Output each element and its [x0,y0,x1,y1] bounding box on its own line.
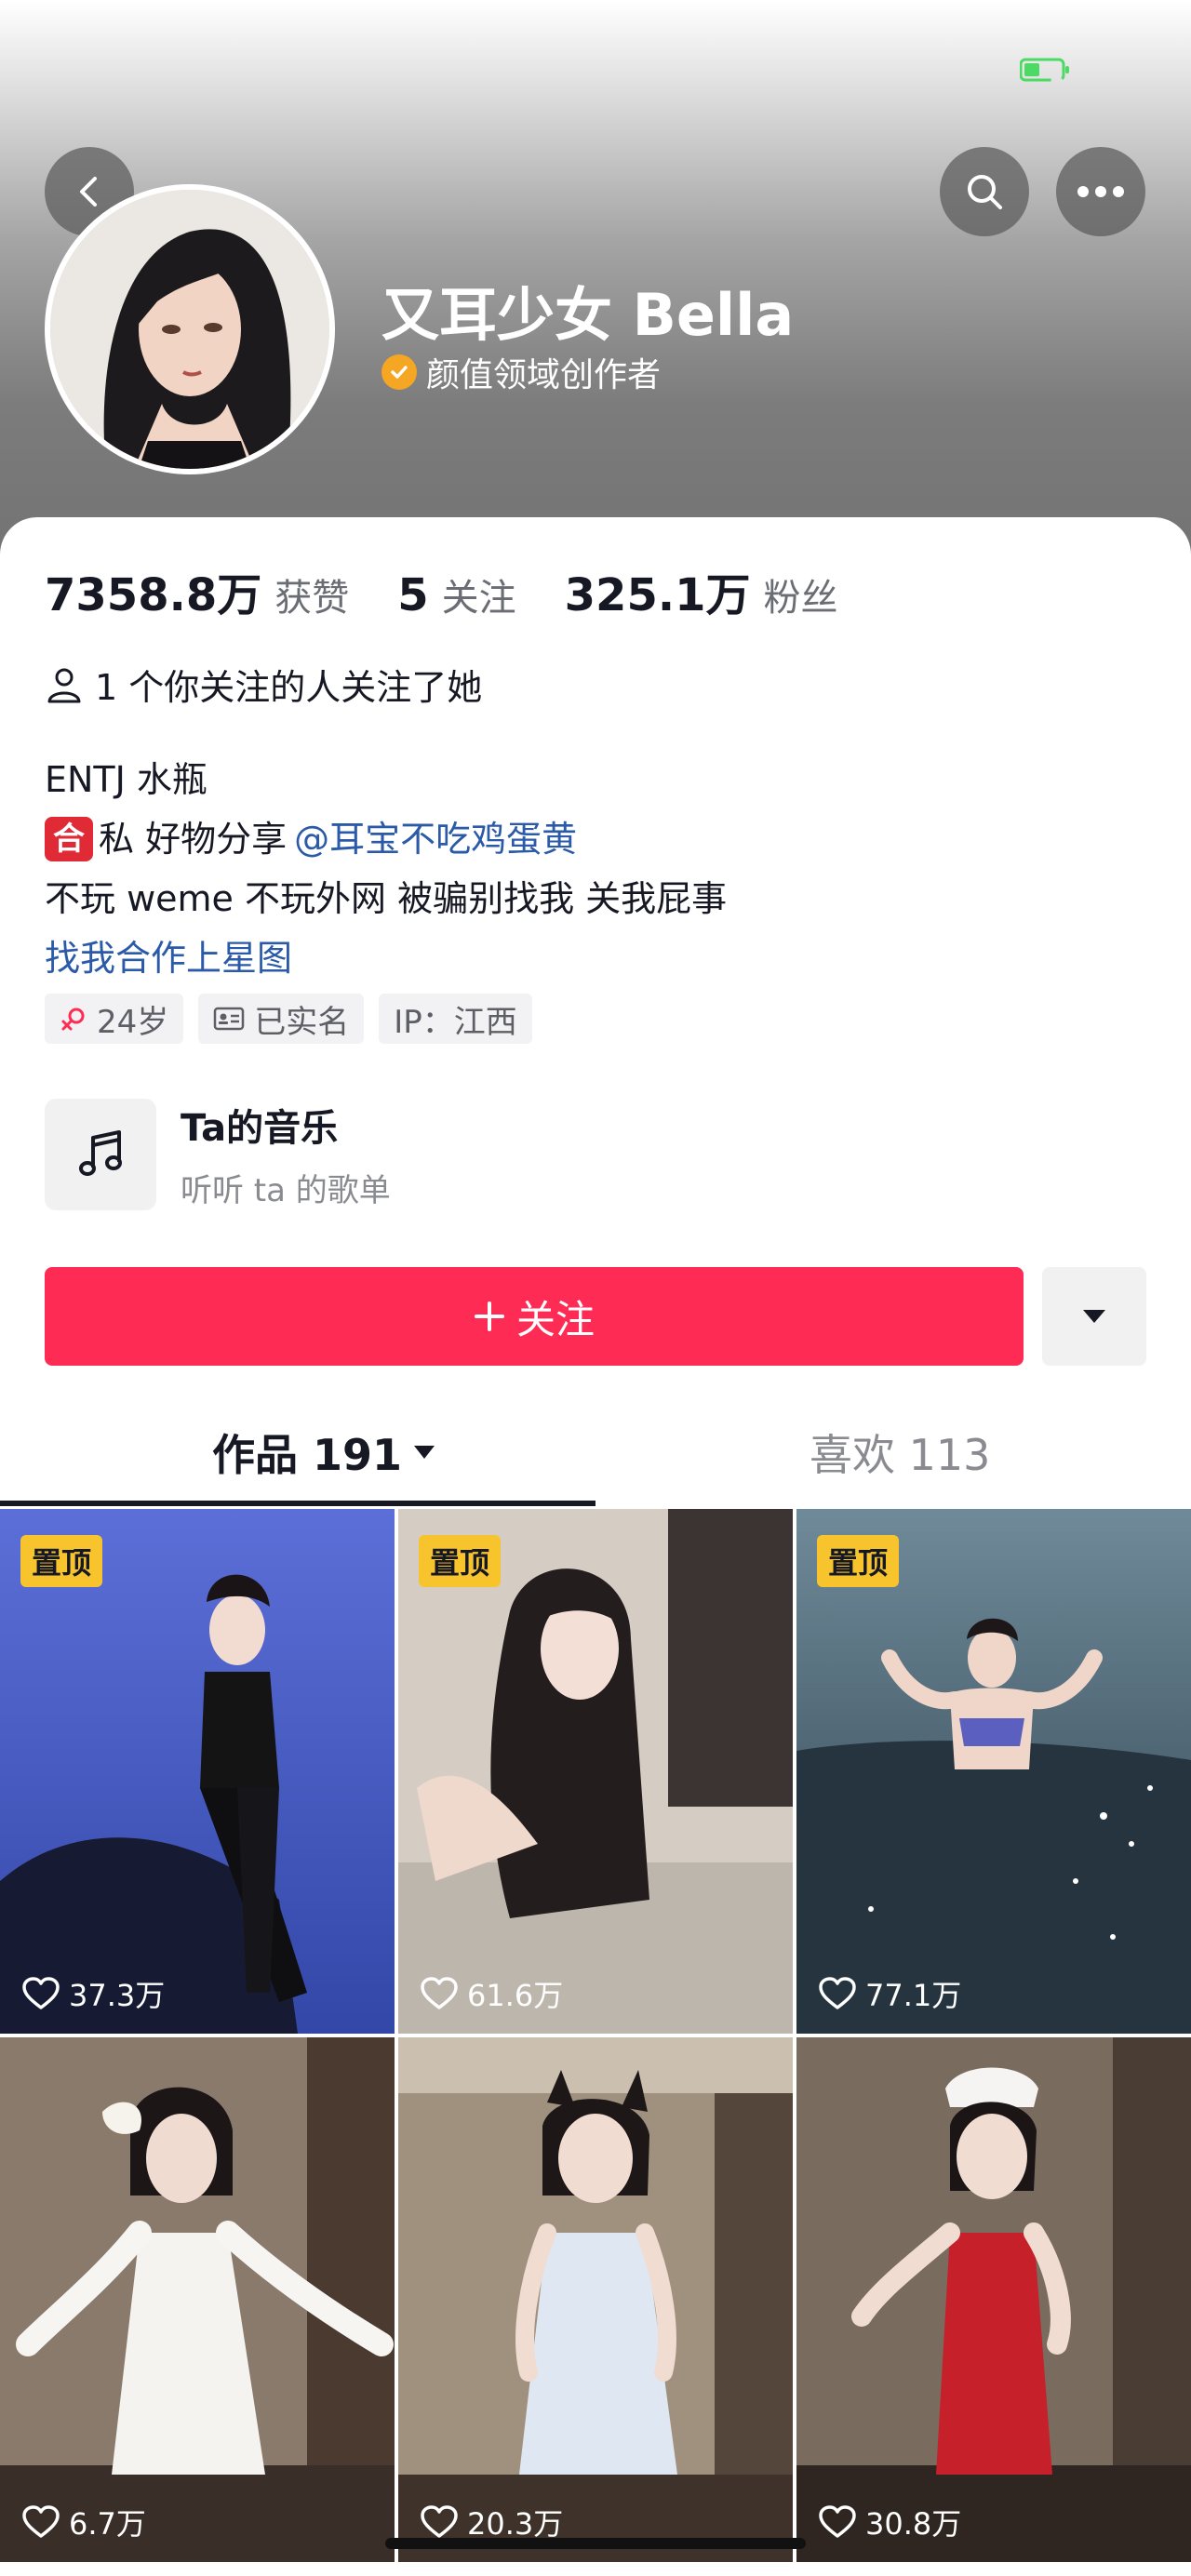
video-thumbnail-image [398,1509,793,2034]
video-thumbnail-image [796,2037,1191,2562]
mutual-followers-text: 1 个你关注的人关注了她 [95,667,483,708]
pinned-badge: 置顶 [20,1535,103,1587]
video-thumbnail[interactable]: 20.3万 [398,2037,793,2562]
realname-tag: 已实名 [198,994,365,1044]
video-likes-count: 61.6万 [467,1978,564,2013]
video-likes: 30.8万 [819,2501,961,2543]
music-icon-box [45,1098,156,1210]
likes-label[interactable]: 获赞 [274,567,349,621]
tab-works[interactable]: 作品 191 [212,1421,435,1483]
video-thumbnail[interactable]: 置顶 61.6万 [398,1509,793,2034]
he-badge-icon: 合 [45,817,93,861]
profile-tags: 24岁 已实名 IP：江西 [45,994,532,1044]
caret-down-icon [414,1446,435,1459]
avatar-illustration [50,190,329,469]
heart-icon [421,1977,458,2009]
heart-icon [22,1977,60,2009]
ip-text: IP：江西 [394,1003,517,1041]
more-dots-icon [1077,186,1124,197]
female-icon [61,1008,85,1031]
search-button[interactable] [940,147,1029,236]
person-icon [47,668,81,702]
tab-likes[interactable]: 喜欢 113 [810,1421,990,1483]
video-likes: 77.1万 [819,1972,961,2015]
follow-button[interactable]: 关注 [45,1267,1024,1366]
id-card-icon [214,1007,245,1031]
heart-icon [22,2505,60,2538]
bio-line-1: ENTJ 水瓶 [45,759,207,800]
home-indicator[interactable] [385,2538,806,2549]
video-thumbnail[interactable]: 30.8万 [796,2037,1191,2562]
video-thumbnail-image [0,1509,395,2034]
bio: ENTJ 水瓶 合 私 好物分享 @耳宝不吃鸡蛋黄 不玩 weme 不玩外网 被… [45,750,727,988]
heart-icon [819,1977,856,2009]
age-tag: 24岁 [45,994,184,1044]
following-label[interactable]: 关注 [442,567,516,621]
tab-likes-label: 喜欢 113 [810,1430,991,1480]
verification-row: 颜值领域创作者 [381,348,661,396]
realname-text: 已实名 [254,1003,350,1041]
followers-count[interactable]: 325.1万 [565,558,751,623]
profile-stats: 7358.8万 获赞 5 关注 325.1万 粉丝 [45,558,886,623]
video-thumbnail[interactable]: 6.7万 [0,2037,395,2562]
battery-icon [1020,58,1069,82]
follow-button-label: 关注 [515,1296,595,1342]
verification-label: 颜值领域创作者 [426,356,662,394]
following-count[interactable]: 5 [397,569,428,621]
video-thumbnail[interactable]: 置顶 77.1万 [796,1509,1191,2034]
likes-count[interactable]: 7358.8万 [45,558,261,623]
more-options-button[interactable] [1056,147,1145,236]
tab-works-label: 作品 191 [212,1430,403,1480]
video-thumbnail[interactable]: 置顶 37.3万 [0,1509,395,2034]
avatar[interactable] [45,184,335,474]
music-title: Ta的音乐 [181,1107,339,1150]
search-icon [968,175,1002,209]
plus-icon [474,1301,504,1331]
bio-line-2-text: 私 好物分享 [99,819,288,860]
recommend-dropdown-button[interactable] [1042,1267,1146,1366]
pinned-badge: 置顶 [419,1535,502,1587]
heart-icon [819,2505,856,2538]
video-likes: 6.7万 [22,2501,146,2543]
video-likes-count: 77.1万 [865,1978,962,2013]
verified-check-icon [381,354,417,390]
bio-line-2: 合 私 好物分享 @耳宝不吃鸡蛋黄 [45,809,727,869]
followers-label[interactable]: 粉丝 [763,567,837,621]
mutual-followers[interactable]: 1 个你关注的人关注了她 [45,659,482,710]
video-thumbnail-image [0,2037,395,2562]
video-thumbnail-image [398,2037,793,2562]
video-thumbnail-image [796,1509,1191,2034]
chevron-left-icon [80,177,97,207]
ip-tag: IP：江西 [379,994,532,1044]
video-likes-count: 37.3万 [69,1978,166,2013]
video-likes-count: 6.7万 [69,2506,146,2542]
video-likes: 61.6万 [421,1972,563,2015]
video-likes: 37.3万 [22,1972,165,2015]
profile-name: 又耳少女 Bella [381,281,795,349]
music-entry[interactable]: Ta的音乐 听听 ta 的歌单 [45,1098,391,1210]
music-subtitle: 听听 ta 的歌单 [181,1172,391,1209]
video-grid: 置顶 37.3万 置顶 61.6万 置顶 77.1万 6.7万 20.3万 30… [0,1509,1191,2562]
tab-indicator [0,1501,596,1506]
mention-link[interactable]: @耳宝不吃鸡蛋黄 [294,809,577,869]
triangle-down-icon [1083,1310,1105,1323]
bio-line-3: 不玩 weme 不玩外网 被骗别找我 关我屁事 [45,878,728,919]
heart-icon [421,2505,458,2538]
music-note-icon [79,1129,122,1176]
pinned-badge: 置顶 [817,1535,900,1587]
xingtu-link[interactable]: 找我合作上星图 [45,928,727,988]
video-likes-count: 30.8万 [865,2506,962,2542]
age-text: 24岁 [97,1003,169,1041]
music-text: Ta的音乐 听听 ta 的歌单 [181,1098,391,1210]
